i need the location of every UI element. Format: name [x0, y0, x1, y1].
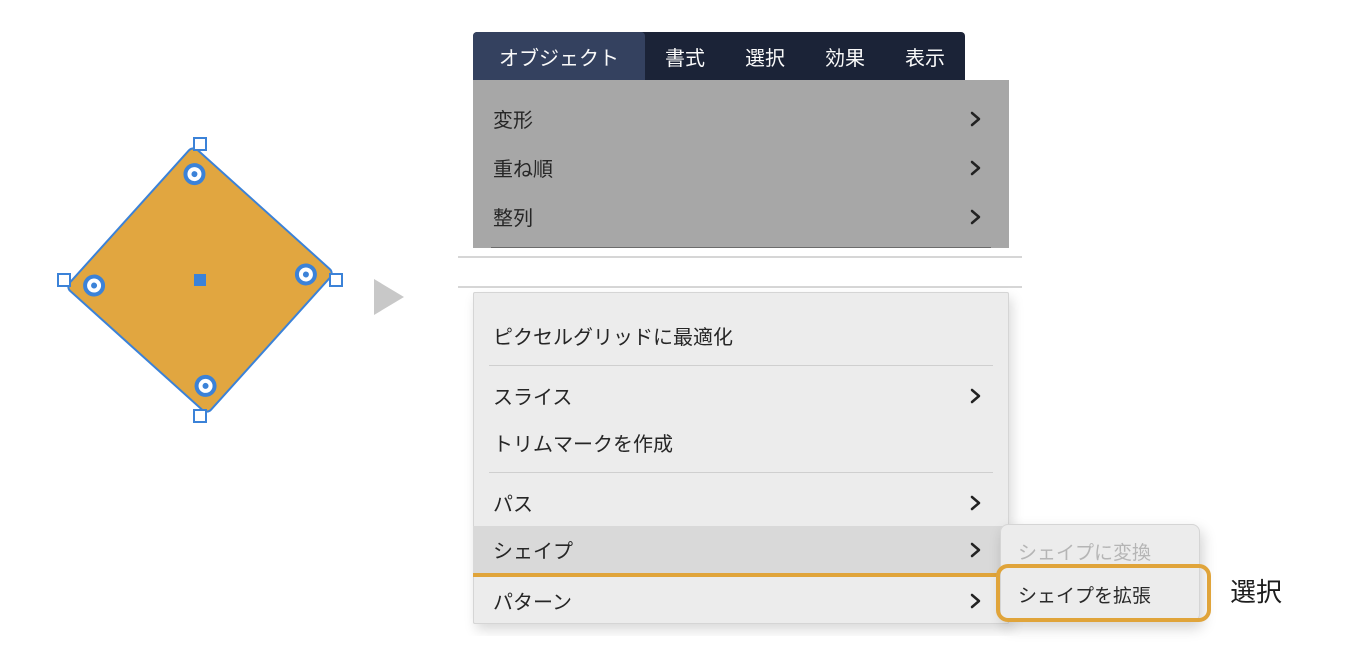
menu-item[interactable]: パターン	[473, 577, 1009, 624]
bottom-fade	[448, 636, 1034, 662]
menu-item-label: 整列	[493, 202, 533, 231]
chevron-right-icon	[967, 388, 983, 404]
menubar-tab[interactable]: 選択	[725, 32, 805, 80]
chevron-right-icon	[967, 160, 983, 176]
chevron-right-icon	[967, 111, 983, 127]
menu-separator	[489, 472, 993, 473]
menubar: オブジェクト 書式 選択 効果 表示	[473, 32, 965, 80]
menu-item-label: 変形	[493, 104, 533, 133]
menubar-tab-label: 表示	[905, 42, 945, 71]
menu-item-label: ピクセルグリッドに最適化	[493, 321, 733, 350]
menu-gap	[448, 252, 1034, 292]
menu-item-label: パターン	[493, 586, 572, 615]
menu-item[interactable]: 重ね順	[473, 143, 1009, 192]
menubar-tab[interactable]: 表示	[885, 32, 965, 80]
menu-item-shape[interactable]: シェイプ	[473, 526, 1009, 573]
menu-item[interactable]: トリムマークを作成	[473, 419, 1009, 466]
menu-item[interactable]: ピクセルグリッドに最適化	[473, 312, 1009, 359]
menubar-tab[interactable]: 効果	[805, 32, 885, 80]
menu-item-label: シェイプ	[493, 535, 573, 564]
annotation-label: 選択	[1230, 572, 1282, 609]
menu-item-label: スライス	[493, 381, 572, 410]
chevron-right-icon	[967, 542, 983, 558]
menu-separator	[491, 247, 991, 248]
chevron-right-icon	[967, 209, 983, 225]
menubar-tab-label: オブジェクト	[499, 42, 619, 71]
menu-item[interactable]: スライス	[473, 372, 1009, 419]
menubar-tab-label: 効果	[825, 42, 865, 71]
submenu-item-label: シェイプを拡張	[1018, 586, 1151, 607]
selected-shape[interactable]	[60, 140, 340, 420]
menu-item-label: パス	[493, 488, 533, 517]
chevron-right-icon	[967, 593, 983, 609]
submenu-item-expand-shape[interactable]: シェイプを拡張	[1000, 573, 1200, 616]
object-menu-upper: 変形重ね順整列	[473, 80, 1009, 248]
submenu-item-label: シェイプに変換	[1018, 543, 1151, 564]
menubar-tab[interactable]: オブジェクト	[473, 32, 645, 80]
menu-item[interactable]: パス	[473, 479, 1009, 526]
submenu-item: シェイプに変換	[1000, 530, 1200, 573]
object-menu-lower: ピクセルグリッドに最適化スライストリムマークを作成パスシェイプパターン	[473, 292, 1009, 624]
menubar-tab[interactable]: 書式	[645, 32, 725, 80]
menu-item-label: 重ね順	[493, 153, 553, 182]
menubar-tab-label: 選択	[745, 42, 785, 71]
arrow-icon	[370, 277, 410, 317]
shape-submenu: シェイプに変換シェイプを拡張	[1000, 524, 1200, 622]
menu-separator	[489, 365, 993, 366]
menu-item[interactable]: 変形	[473, 94, 1009, 143]
menu-item-label: トリムマークを作成	[493, 428, 673, 457]
menu-item[interactable]: 整列	[473, 192, 1009, 241]
chevron-right-icon	[967, 495, 983, 511]
menubar-tab-label: 書式	[665, 42, 705, 71]
